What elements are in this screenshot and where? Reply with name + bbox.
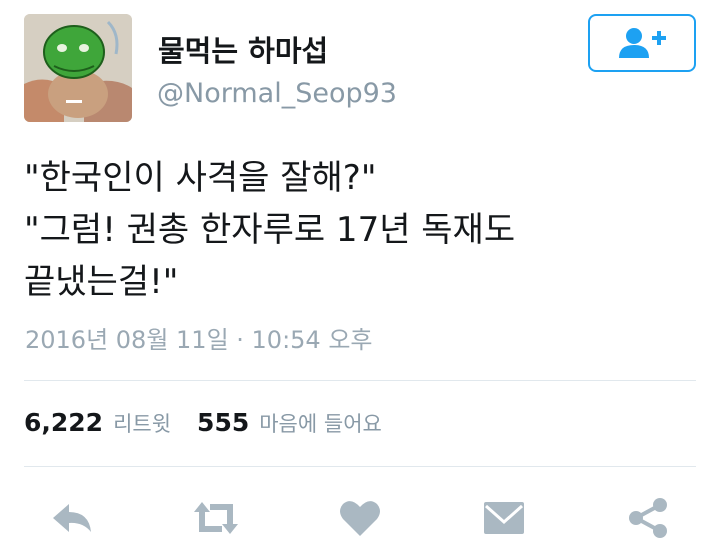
- envelope-icon: [484, 502, 524, 534]
- add-user-icon: [619, 28, 666, 58]
- action-bar: [0, 488, 720, 548]
- reply-button[interactable]: [42, 488, 102, 548]
- divider: [24, 466, 696, 467]
- tweet-text: "한국인이 사격을 잘해?" "그럼! 권총 한자루로 17년 독재도 끝냈는걸…: [24, 152, 704, 308]
- share-icon: [629, 498, 667, 538]
- user-handle[interactable]: @Normal_Seop93: [157, 78, 397, 109]
- like-count[interactable]: 555: [197, 408, 249, 437]
- reply-icon: [53, 504, 91, 532]
- direct-message-button[interactable]: [474, 488, 534, 548]
- retweet-label[interactable]: 리트윗: [113, 408, 171, 438]
- display-name[interactable]: 물먹는 하마섭: [158, 28, 328, 70]
- tweet-text-line: 끝냈는걸!": [24, 262, 179, 302]
- tweet-text-line: "한국인이 사격을 잘해?": [24, 158, 377, 198]
- frog-drawing-avatar-icon: [24, 14, 132, 122]
- tweet-stats: 6,222 리트윗 555 마음에 들어요: [24, 408, 382, 438]
- retweet-icon: [194, 502, 238, 534]
- heart-icon: [340, 501, 380, 536]
- retweet-count[interactable]: 6,222: [24, 408, 103, 437]
- divider: [24, 380, 696, 381]
- tweet-timestamp[interactable]: 2016년 08월 11일 · 10:54 오후: [25, 320, 373, 355]
- like-label[interactable]: 마음에 들어요: [259, 408, 382, 438]
- tweet-text-line: "그럼! 권총 한자루로 17년 독재도: [24, 210, 516, 250]
- share-button[interactable]: [618, 488, 678, 548]
- like-button[interactable]: [330, 488, 390, 548]
- retweet-button[interactable]: [186, 488, 246, 548]
- follow-button[interactable]: [588, 14, 696, 72]
- avatar[interactable]: [24, 14, 132, 122]
